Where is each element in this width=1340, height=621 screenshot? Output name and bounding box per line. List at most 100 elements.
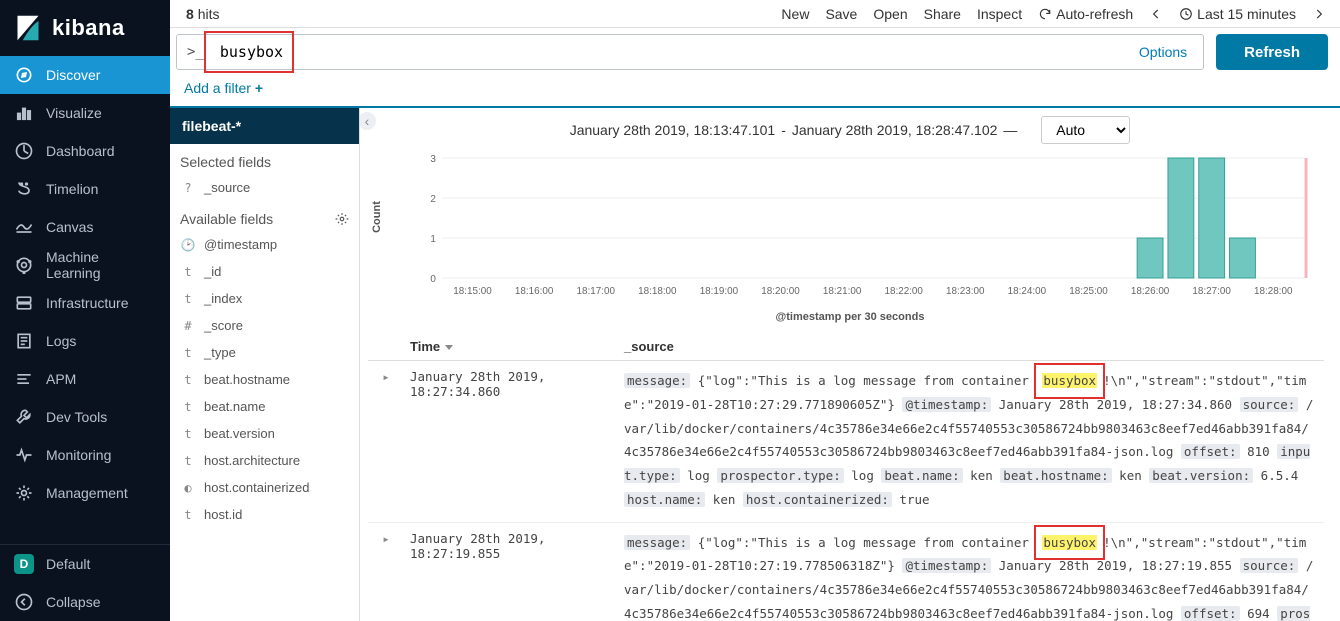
sidebar-item-management[interactable]: Management [0,474,170,512]
svg-text:0: 0 [430,274,436,285]
row-time: January 28th 2019, 18:27:34.860 [404,369,618,512]
svg-text:18:19:00: 18:19:00 [700,286,739,297]
main: 8 hits New Save Open Share Inspect Auto-… [170,0,1340,621]
field-type-icon: ◐ [180,481,196,495]
time-forward-icon[interactable] [1312,7,1326,21]
row-time: January 28th 2019, 18:27:19.855 [404,531,618,621]
visualize-icon [14,103,34,123]
histogram-chart[interactable]: 012318:15:0018:16:0018:17:0018:18:0018:1… [420,152,1310,302]
canvas-icon [14,217,34,237]
field-type-icon: t [180,508,196,522]
sidebar-item-dashboard[interactable]: Dashboard [0,132,170,170]
svg-text:18:21:00: 18:21:00 [823,286,862,297]
available-field-_score[interactable]: #_score [170,312,359,339]
discover-icon [14,65,34,85]
svg-text:18:24:00: 18:24:00 [1008,286,1047,297]
save-button[interactable]: Save [825,6,857,22]
logo[interactable]: kibana [0,0,170,56]
annotation-box-3: busybox [1034,525,1105,561]
sidebar-item-discover[interactable]: Discover [0,56,170,94]
logs-icon [14,331,34,351]
available-field-_index[interactable]: t_index [170,285,359,312]
apm-icon [14,369,34,389]
kibana-logo-icon [14,14,42,42]
svg-text:18:28:00: 18:28:00 [1254,286,1293,297]
time-range-display: January 28th 2019, 18:13:47.101-January … [360,108,1340,152]
sidebar-item-canvas[interactable]: Canvas [0,208,170,246]
selected-fields-heading: Selected fields [170,144,359,174]
expand-row-icon[interactable]: ▸ [368,531,404,621]
open-button[interactable]: Open [873,6,907,22]
auto-refresh-button[interactable]: Auto-refresh [1038,6,1133,22]
table-row: ▸ January 28th 2019, 18:27:34.860 messag… [368,361,1324,523]
available-field-beat-hostname[interactable]: tbeat.hostname [170,366,359,393]
sidebar-item-monitoring[interactable]: Monitoring [0,436,170,474]
share-button[interactable]: Share [924,6,961,22]
row-source: message: {"log":"This is a log message f… [618,369,1316,512]
expand-row-icon[interactable]: ▸ [368,369,404,512]
search-input[interactable] [214,35,1123,69]
sidebar-item-ml[interactable]: Machine Learning [0,246,170,284]
search-options-button[interactable]: Options [1123,35,1203,69]
selected-field-_source[interactable]: ?_source [170,174,359,201]
space-switcher[interactable]: D Default [0,545,170,583]
gear-icon[interactable] [335,212,349,226]
collapse-sidebar[interactable]: Collapse [0,583,170,621]
sidebar-item-devtools[interactable]: Dev Tools [0,398,170,436]
sidebar-item-visualize[interactable]: Visualize [0,94,170,132]
y-axis-label: Count [371,201,383,233]
sidebar: kibana DiscoverVisualizeDashboardTimelio… [0,0,170,621]
space-label: Default [46,556,90,572]
documents-area: ‹ January 28th 2019, 18:13:47.101-Januar… [360,108,1340,621]
svg-text:18:17:00: 18:17:00 [577,286,616,297]
available-field-host-architecture[interactable]: thost.architecture [170,447,359,474]
available-field--timestamp[interactable]: 🕑@timestamp [170,231,359,258]
svg-text:18:26:00: 18:26:00 [1131,286,1170,297]
field-type-icon: t [180,373,196,387]
sidebar-item-infrastructure[interactable]: Infrastructure [0,284,170,322]
time-back-icon[interactable] [1149,7,1163,21]
source-column-header[interactable]: _source [618,339,1324,354]
field-type-icon: t [180,346,196,360]
doc-table-header: Time _source [368,333,1324,361]
monitoring-icon [14,445,34,465]
filter-row: Add a filter [170,76,1340,108]
svg-text:3: 3 [430,154,436,165]
available-field-host-containerized[interactable]: ◐host.containerized [170,474,359,501]
svg-text:1: 1 [430,234,436,245]
svg-text:18:16:00: 18:16:00 [515,286,554,297]
annotation-box-2: busybox [1034,363,1105,399]
field-type-icon: t [180,265,196,279]
time-column-header[interactable]: Time [404,339,618,354]
field-type-icon: t [180,454,196,468]
index-pattern-selector[interactable]: filebeat-* [170,108,359,144]
field-type-icon: 🕑 [180,238,196,252]
sidebar-item-logs[interactable]: Logs [0,322,170,360]
field-type-icon: # [180,319,196,333]
sidebar-item-timelion[interactable]: Timelion [0,170,170,208]
interval-select[interactable]: Auto [1041,116,1130,144]
available-field-beat-version[interactable]: tbeat.version [170,420,359,447]
x-axis-label: @timestamp per 30 seconds [360,311,1340,333]
available-field-host-id[interactable]: thost.id [170,501,359,528]
new-button[interactable]: New [781,6,809,22]
row-source: message: {"log":"This is a log message f… [618,531,1316,621]
field-type-icon: t [180,400,196,414]
available-field-beat-name[interactable]: tbeat.name [170,393,359,420]
available-field-_type[interactable]: t_type [170,339,359,366]
devtools-icon [14,407,34,427]
hit-count: 8 hits [176,6,219,22]
space-badge: D [14,554,34,574]
sidebar-item-apm[interactable]: APM [0,360,170,398]
svg-text:18:22:00: 18:22:00 [884,286,923,297]
available-fields-heading: Available fields [170,201,359,231]
time-range-button[interactable]: Last 15 minutes [1179,6,1296,22]
refresh-button[interactable]: Refresh [1216,34,1328,70]
svg-text:18:25:00: 18:25:00 [1069,286,1108,297]
fields-panel: filebeat-* Selected fields ?_source Avai… [170,108,360,621]
inspect-button[interactable]: Inspect [977,6,1022,22]
add-filter-button[interactable]: Add a filter [184,80,263,96]
timelion-icon [14,179,34,199]
svg-text:18:23:00: 18:23:00 [946,286,985,297]
available-field-_id[interactable]: t_id [170,258,359,285]
